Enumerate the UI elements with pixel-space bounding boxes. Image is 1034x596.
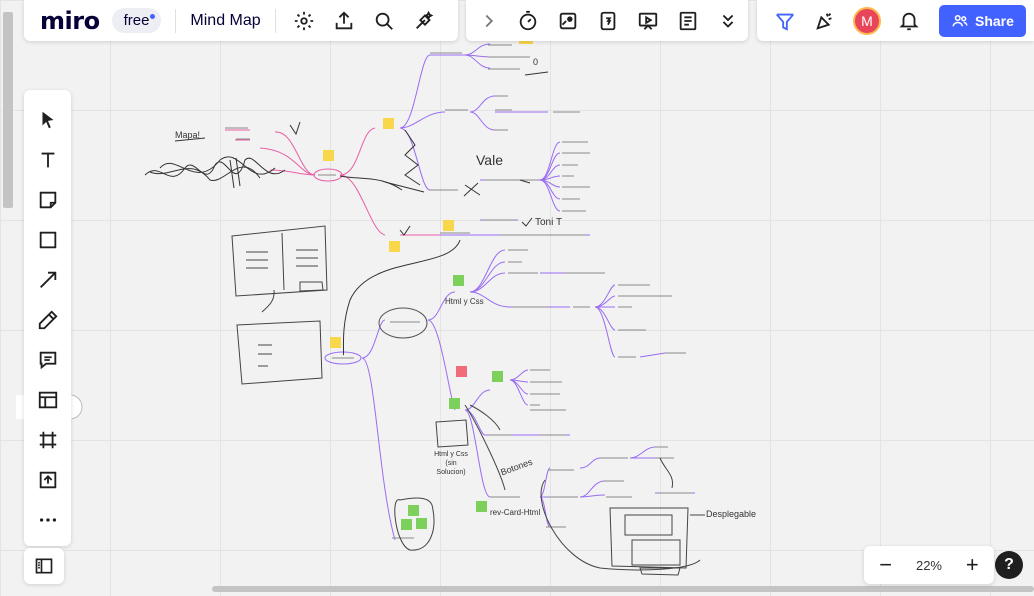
sticky-note[interactable]	[476, 501, 487, 512]
plan-badge-dot	[150, 14, 156, 19]
help-button[interactable]: ?	[995, 551, 1023, 579]
sticky-note[interactable]	[449, 398, 460, 409]
canvas-label-desplegable: Desplegable	[706, 509, 757, 519]
zoom-out-button[interactable]: −	[873, 552, 899, 578]
plan-badge[interactable]: free	[111, 8, 162, 33]
filter-icon[interactable]	[765, 3, 805, 39]
more-tool[interactable]	[28, 500, 68, 540]
comment-tool[interactable]	[28, 340, 68, 380]
zoom-controls: − 22% +	[864, 546, 994, 584]
sticky-note[interactable]	[323, 150, 334, 161]
top-left-toolbar: miro free Mind Map	[24, 0, 458, 41]
tool-sidebar	[24, 90, 71, 546]
share-button[interactable]: Share	[939, 4, 1026, 37]
canvas-label-html-css: Html y Css	[445, 297, 484, 306]
chevron-right-icon[interactable]	[470, 3, 508, 39]
canvas-label-html-css-sin: Html y Css (sin Solucion)	[434, 451, 468, 476]
sticky-note-tool[interactable]	[28, 180, 68, 220]
canvas-label-vale: Vale	[476, 152, 503, 168]
sticky-note[interactable]	[456, 366, 467, 377]
magic-icon[interactable]	[404, 3, 444, 39]
sticky-note[interactable]	[443, 220, 454, 231]
sticky-note[interactable]	[330, 337, 341, 348]
frame-tool[interactable]	[28, 420, 68, 460]
zoom-in-button[interactable]: +	[959, 552, 985, 578]
sticky-note[interactable]	[401, 519, 412, 530]
sticky-note[interactable]	[383, 118, 394, 129]
timer-icon[interactable]	[508, 3, 548, 39]
board-title[interactable]: Mind Map	[184, 12, 266, 30]
users-icon	[952, 14, 968, 26]
sticky-note[interactable]	[389, 241, 400, 252]
canvas-label-rev-card: rev-Card-Html	[490, 508, 541, 517]
celebrate-icon[interactable]	[805, 3, 845, 39]
board-panel-toggle[interactable]	[24, 548, 64, 584]
divider	[274, 8, 276, 33]
sticky-note[interactable]	[492, 371, 503, 382]
top-center-toolbar	[466, 0, 748, 41]
chevron-down-icon[interactable]	[708, 3, 748, 39]
notes-icon[interactable]	[668, 3, 708, 39]
divider	[175, 8, 177, 33]
share-button-label: Share	[975, 12, 1014, 29]
zoom-level[interactable]: 22%	[916, 558, 942, 573]
upload-tool[interactable]	[28, 460, 68, 500]
present-icon[interactable]	[628, 3, 668, 39]
miro-logo[interactable]: miro	[40, 7, 100, 35]
mind-map-canvas[interactable]	[0, 0, 1034, 596]
sticky-note[interactable]	[408, 505, 419, 516]
text-tool[interactable]	[28, 140, 68, 180]
canvas-label-toni: Toni T	[535, 217, 563, 228]
voting-icon[interactable]	[548, 3, 588, 39]
sticky-note[interactable]	[416, 518, 427, 529]
canvas-label-zero: 0	[533, 57, 539, 67]
settings-icon[interactable]	[284, 3, 324, 39]
pen-tool[interactable]	[28, 300, 68, 340]
cursor-tool[interactable]	[28, 100, 68, 140]
top-right-toolbar: M Share	[757, 0, 1034, 41]
arrow-tool[interactable]	[28, 260, 68, 300]
upload-icon[interactable]	[324, 3, 364, 39]
plan-badge-label: free	[123, 12, 150, 29]
shape-tool[interactable]	[28, 220, 68, 260]
canvas-label-mapa: Mapa!	[175, 130, 201, 140]
sticky-note[interactable]	[453, 275, 464, 286]
template-tool[interactable]	[28, 380, 68, 420]
search-icon[interactable]	[364, 3, 404, 39]
bell-icon[interactable]	[889, 3, 929, 39]
avatar[interactable]: M	[853, 6, 881, 35]
sidebar-panel-icon	[35, 558, 53, 574]
countdown-icon[interactable]	[588, 3, 628, 39]
